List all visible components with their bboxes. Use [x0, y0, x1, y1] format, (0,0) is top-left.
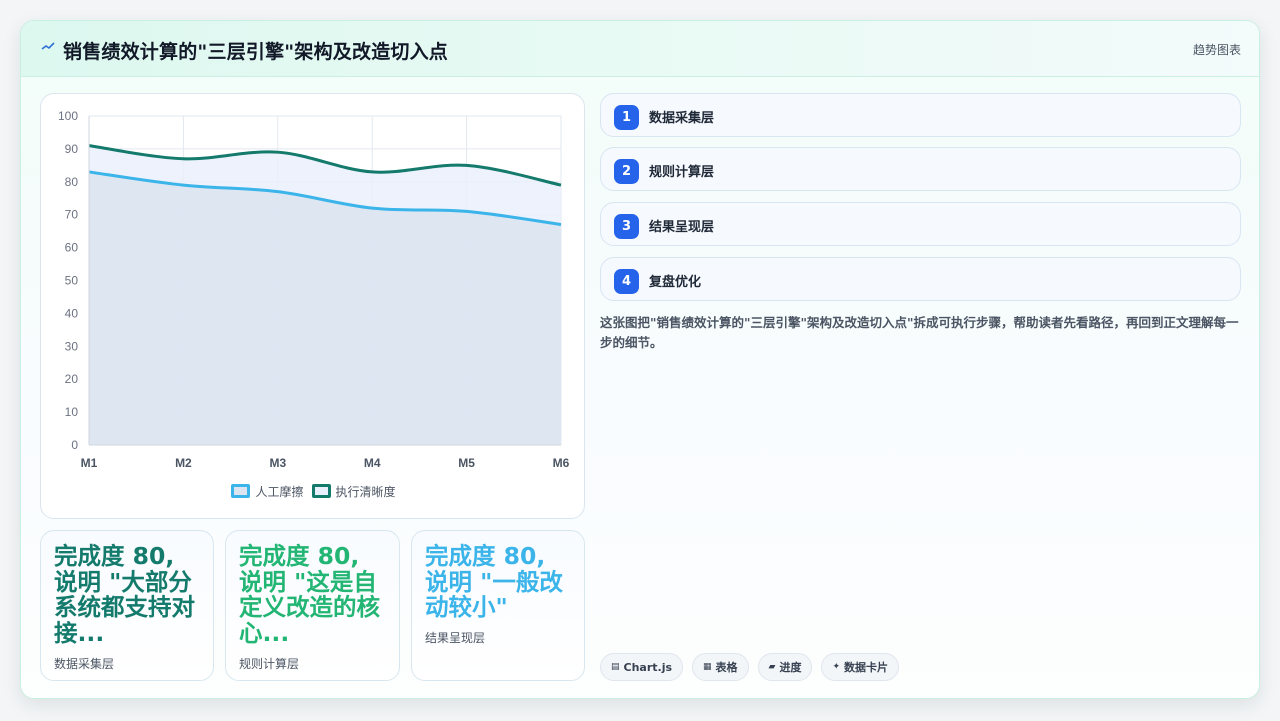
- step-number: 2: [614, 159, 639, 184]
- tag-label: Chart.js: [623, 660, 673, 674]
- legend-label-1: 执行清晰度: [335, 484, 396, 499]
- y-tick-label: 100: [58, 109, 78, 123]
- step-label: 规则计算层: [649, 165, 715, 180]
- stat-card-text: 完成度 80, 说明 "这是自定义改造的核心...: [239, 542, 380, 647]
- data-card-icon: ✦: [832, 662, 841, 672]
- stat-card-text: 完成度 80, 说明 "一般改动较小": [425, 542, 563, 621]
- tag-list: ▤ Chart.js ▦ 表格 ▰ 进度 ✦ 数据卡片: [600, 653, 900, 681]
- stat-card-data-collection: 完成度 80, 说明 "大部分系统都支持对接... 数据采集层: [40, 530, 214, 681]
- legend-item-1[interactable]: 执行清晰度: [311, 483, 396, 500]
- step-number: 3: [614, 214, 639, 239]
- tag-table[interactable]: ▦ 表格: [692, 653, 749, 681]
- description-text: 这张图把"销售绩效计算的"三层引擎"架构及改造切入点"拆成可执行步骤，帮助读者先…: [600, 315, 1239, 350]
- stat-card-rule-calc: 完成度 80, 说明 "这是自定义改造的核心... 规则计算层: [225, 530, 400, 681]
- legend-swatch-1: [311, 484, 331, 498]
- tag-label: 数据卡片: [844, 661, 889, 674]
- step-label: 结果呈现层: [649, 220, 715, 235]
- sparkline-icon: [41, 40, 57, 56]
- x-tick-label: M3: [269, 456, 286, 470]
- step-1[interactable]: 1 数据采集层: [600, 93, 1241, 137]
- step-3[interactable]: 3 结果呈现层: [600, 202, 1241, 246]
- x-tick-label: M1: [81, 456, 98, 470]
- step-number: 1: [614, 105, 639, 130]
- y-tick-label: 30: [65, 339, 79, 353]
- tag-data-card[interactable]: ✦ 数据卡片: [821, 653, 900, 681]
- card-header: 销售绩效计算的"三层引擎"架构及改造切入点 趋势图表: [21, 21, 1259, 77]
- step-label: 数据采集层: [649, 111, 715, 126]
- stat-card-result: 完成度 80, 说明 "一般改动较小" 结果呈现层: [411, 530, 585, 681]
- step-label: 复盘优化: [649, 275, 702, 290]
- legend-label-0: 人工摩擦: [255, 484, 304, 499]
- page-title: 销售绩效计算的"三层引擎"架构及改造切入点: [63, 41, 448, 63]
- y-tick-label: 70: [65, 208, 79, 222]
- step-number: 4: [614, 269, 639, 294]
- y-tick-label: 40: [65, 306, 79, 320]
- stat-card-label: 规则计算层: [239, 657, 300, 671]
- tag-label: 进度: [779, 661, 802, 674]
- table-icon: ▦: [703, 662, 712, 672]
- y-tick-label: 0: [71, 438, 78, 452]
- main-card: 销售绩效计算的"三层引擎"架构及改造切入点 趋势图表 0 10 20 30 40 50 60…: [20, 20, 1260, 699]
- tag-chartjs[interactable]: ▤ Chart.js: [600, 653, 684, 681]
- y-tick-label: 10: [65, 405, 79, 419]
- x-tick-label: M5: [458, 456, 475, 470]
- legend-swatch-0: [231, 484, 251, 498]
- x-tick-label: M4: [364, 456, 381, 470]
- legend-item-0[interactable]: 人工摩擦: [231, 483, 304, 500]
- chart-legend: 人工摩擦 执行清晰度: [41, 482, 586, 500]
- y-tick-label: 20: [65, 372, 79, 386]
- stat-card-label: 数据采集层: [54, 657, 115, 671]
- stat-card-label: 结果呈现层: [425, 631, 486, 645]
- progress-icon: ▰: [768, 662, 776, 672]
- tag-progress[interactable]: ▰ 进度: [757, 653, 813, 681]
- step-4[interactable]: 4 复盘优化: [600, 257, 1241, 301]
- x-tick-label: M6: [553, 456, 570, 470]
- y-tick-label: 80: [65, 175, 79, 189]
- chart-type-chip[interactable]: 趋势图表: [1193, 41, 1241, 58]
- y-tick-label: 50: [65, 274, 79, 288]
- step-2[interactable]: 2 规则计算层: [600, 147, 1241, 191]
- chart-icon: ▤: [611, 662, 620, 672]
- chart-panel: 0 10 20 30 40 50 60 70 80 90 100 M1 M2 M3 M4 M5 M6 人工摩擦 …: [40, 93, 585, 519]
- line-chart: 0 10 20 30 40 50 60 70 80 90 100 M1 M2 M3 M4 M5 M6: [58, 109, 570, 470]
- y-tick-label: 60: [65, 241, 79, 255]
- y-tick-label: 90: [65, 142, 79, 156]
- x-tick-label: M2: [175, 456, 192, 470]
- stat-card-text: 完成度 80, 说明 "大部分系统都支持对接...: [54, 542, 195, 647]
- tag-label: 表格: [715, 661, 738, 674]
